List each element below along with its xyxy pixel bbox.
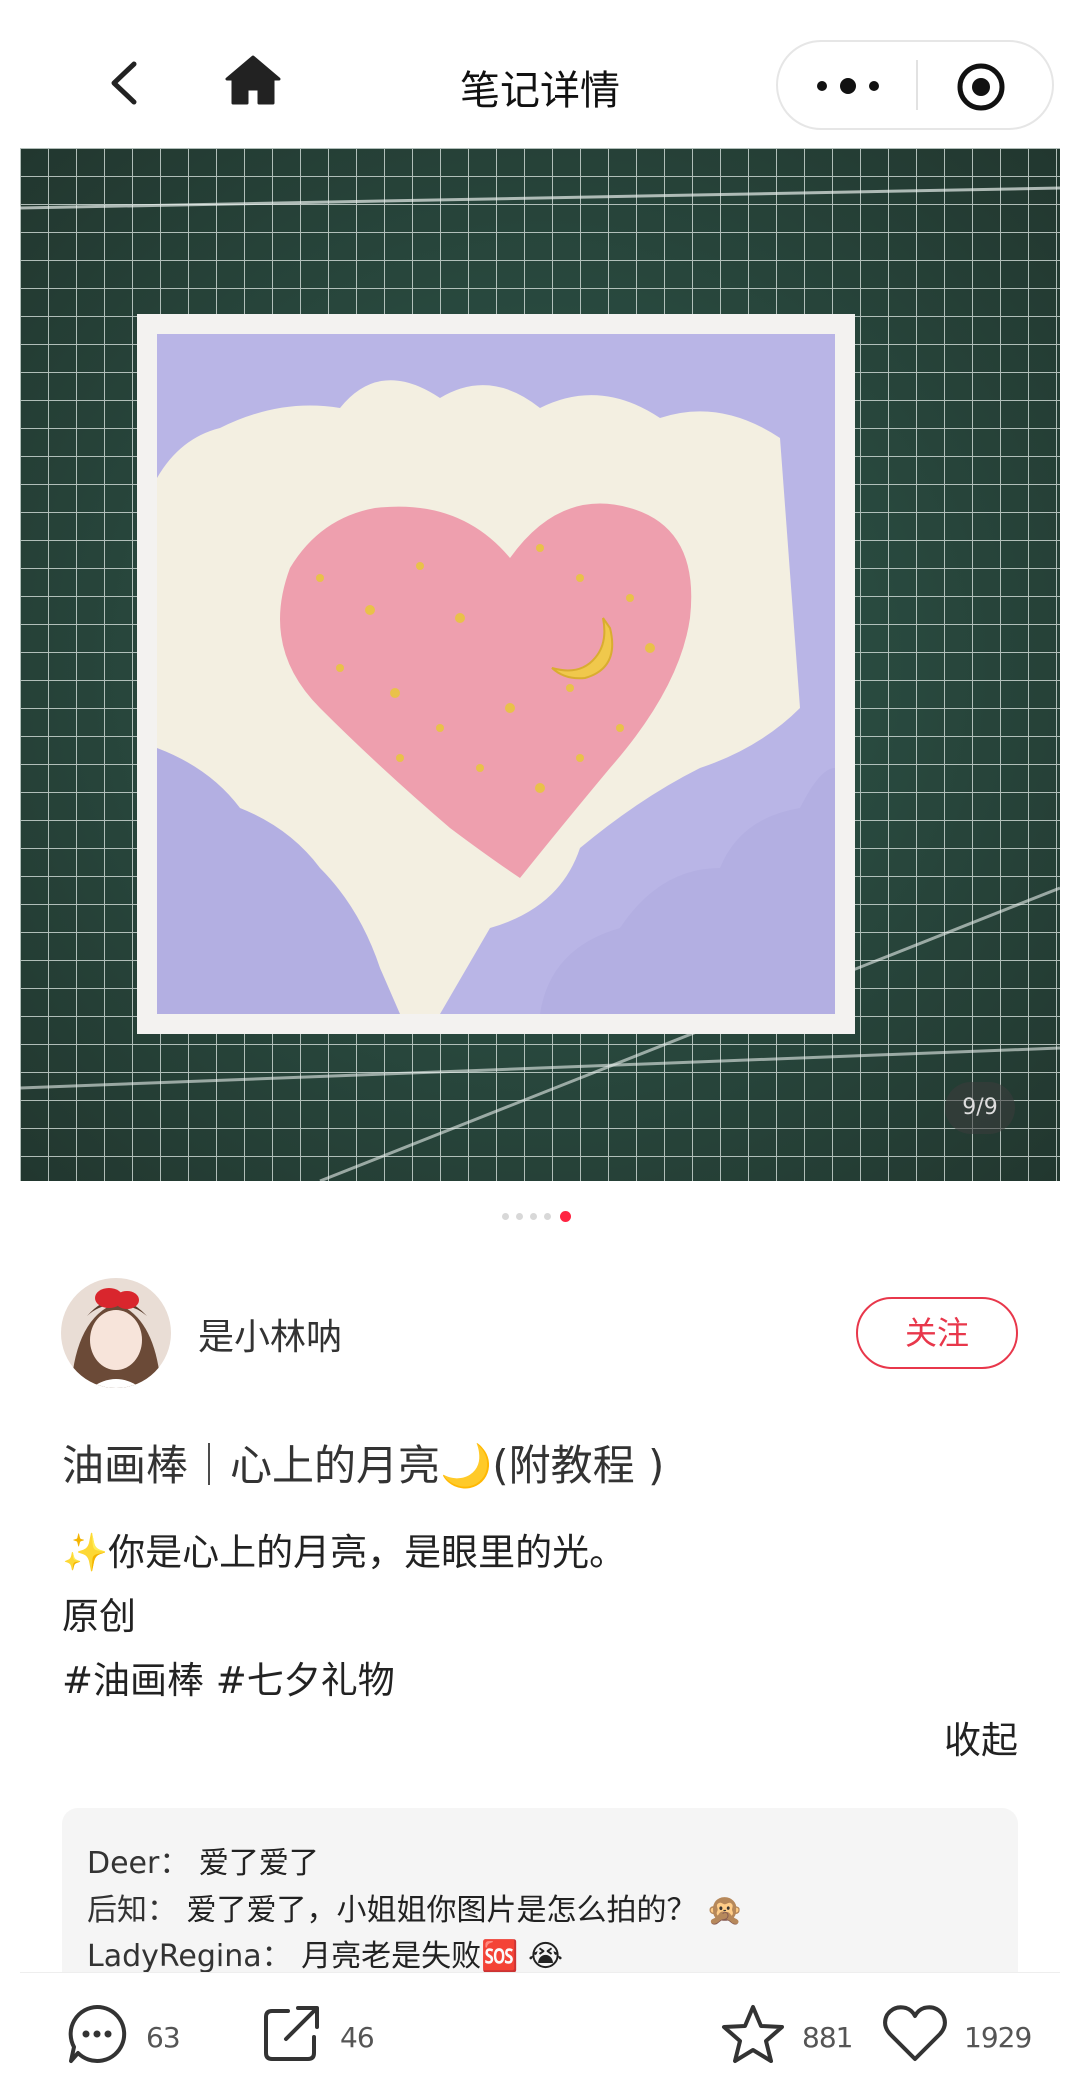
nav-header: 笔记详情: [20, 0, 1060, 148]
more-icon: [817, 78, 879, 94]
image-counter: 9/9: [945, 1082, 1015, 1134]
comment-text: 爱了爱了，小姐姐你图片是怎么拍的？ 🙊: [177, 1893, 744, 1928]
comment-text: 月亮老是失败🆘 😭: [291, 1939, 564, 1972]
heart-icon: [883, 2005, 947, 2061]
comment-preview[interactable]: Deer： 爱了爱了 后知： 爱了爱了，小姐姐你图片是怎么拍的？ 🙊 LadyR…: [62, 1808, 1018, 1972]
comment-icon: [68, 2004, 127, 2063]
left-frame: [0, 0, 20, 2094]
comment-user: Deer：: [87, 1846, 190, 1881]
author-avatar[interactable]: [61, 1278, 171, 1388]
oil-pastel-painting-image: [20, 148, 1060, 1181]
pager-dot[interactable]: [530, 1213, 537, 1220]
pager-dot[interactable]: [544, 1213, 551, 1220]
capsule-divider: [916, 60, 918, 110]
right-frame: [1060, 0, 1080, 2094]
note-hashtags[interactable]: #油画棒 #七夕礼物: [62, 1650, 395, 1704]
bottom-action-bar: 63 46 881 1929: [20, 1972, 1060, 2095]
comment-count: 63: [146, 2021, 181, 2054]
note-body-line: 原创: [62, 1595, 136, 1638]
follow-button[interactable]: 关注: [856, 1297, 1018, 1369]
author-name[interactable]: 是小林呐: [198, 1308, 342, 1360]
pager-dot[interactable]: [516, 1213, 523, 1220]
comment-item: Deer： 爱了爱了: [87, 1838, 319, 1882]
note-body-line: ✨你是心上的月亮，是眼里的光。: [62, 1531, 627, 1574]
pager-dot[interactable]: [502, 1213, 509, 1220]
close-program-button[interactable]: [956, 62, 1006, 112]
note-image[interactable]: 9/9: [20, 148, 1060, 1181]
comment-text: 爱了爱了: [189, 1846, 319, 1881]
star-count: 881: [802, 2021, 853, 2054]
comment-item: LadyRegina： 月亮老是失败🆘 😭: [87, 1931, 563, 1972]
mini-program-capsule: [776, 40, 1054, 130]
share-button[interactable]: [262, 2003, 322, 2067]
target-icon: [957, 63, 1005, 111]
star-button[interactable]: [720, 2003, 786, 2069]
comment-button[interactable]: [66, 2003, 128, 2069]
share-icon: [264, 2006, 319, 2061]
avatar-image: [61, 1278, 171, 1388]
pager-dot-active[interactable]: [560, 1211, 571, 1222]
share-count: 46: [340, 2021, 375, 2054]
like-button[interactable]: [882, 2003, 948, 2067]
comment-user: LadyRegina：: [87, 1939, 292, 1972]
more-button[interactable]: [808, 64, 888, 108]
comment-item: 后知： 爱了爱了，小姐姐你图片是怎么拍的？ 🙊: [87, 1885, 743, 1929]
comment-user: 后知：: [87, 1893, 177, 1928]
star-icon: [722, 2005, 784, 2063]
like-count: 1929: [964, 2021, 1032, 2054]
gallery-pager: [500, 1210, 590, 1222]
collapse-button[interactable]: 收起: [944, 1710, 1018, 1764]
note-title: 油画棒｜心上的月亮🌙(附教程 ): [62, 1441, 665, 1490]
